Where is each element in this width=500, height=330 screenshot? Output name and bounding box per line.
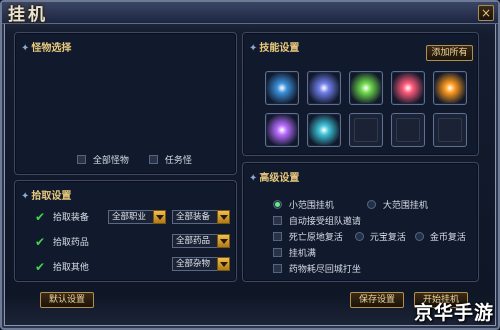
large-range-option[interactable]: 大范围挂机 — [367, 198, 428, 211]
equipment-filter-dropdown[interactable]: 全部装备 — [172, 210, 230, 224]
gold-revive-label: 金币复活 — [429, 233, 466, 243]
quest-monster-option[interactable]: 任务怪 — [149, 153, 192, 166]
auto-battle-window: 挂机 × ✦ 怪物选择 全部怪物 任务怪 ✦ 拾取设置 ✔ 拾取装备 全部职业 全部… — [0, 0, 500, 330]
revive-in-place-label: 死亡原地复活 — [288, 233, 343, 243]
all-monsters-option[interactable]: 全部怪物 — [77, 153, 129, 166]
quest-monster-checkbox[interactable] — [149, 155, 158, 164]
misc-filter-dropdown[interactable]: 全部杂物 — [172, 257, 230, 271]
checkmark-icon[interactable]: ✔ — [35, 236, 47, 248]
ornament-icon: ✦ — [21, 43, 30, 54]
title-bar[interactable]: 挂机 × — [2, 2, 498, 25]
default-settings-button[interactable]: 默认设置 — [40, 292, 94, 308]
hp-full-label: 挂机满 — [288, 249, 316, 259]
empty-skill-slot[interactable] — [433, 113, 467, 147]
potion-return-checkbox[interactable] — [273, 264, 282, 273]
advanced-panel-title: ✦ 高级设置 — [249, 173, 300, 184]
pickup-equipment-label: 拾取装备 — [52, 213, 89, 223]
small-range-label: 小范围挂机 — [288, 201, 334, 211]
auto-accept-team-option[interactable]: 自动接受组队邀请 — [273, 214, 361, 227]
advanced-settings-panel: ✦ 高级设置 小范围挂机 大范围挂机 自动接受组队邀请 死亡原地复活 元宝复活 金… — [242, 162, 479, 282]
potion-return-label: 药物耗尽回城打坐 — [288, 265, 361, 275]
small-range-option[interactable]: 小范围挂机 — [273, 198, 334, 211]
blade-slash-skill-icon[interactable] — [307, 71, 341, 105]
window-title: 挂机 — [8, 5, 48, 25]
pickup-other-row[interactable]: ✔ 拾取其他 — [35, 260, 89, 274]
ornament-icon: ✦ — [249, 173, 258, 184]
gold-revive-radio[interactable] — [415, 232, 424, 241]
revive-in-place-option[interactable]: 死亡原地复活 — [273, 230, 343, 243]
revive-in-place-checkbox[interactable] — [273, 232, 282, 241]
misc-filter-value: 全部杂物 — [176, 259, 211, 269]
class-filter-dropdown[interactable]: 全部职业 — [108, 210, 166, 224]
pickup-settings-panel: ✦ 拾取设置 ✔ 拾取装备 全部职业 全部装备 ✔ 拾取药品 全部药品 ✔ 拾取其… — [14, 180, 237, 282]
ingot-revive-label: 元宝复活 — [369, 233, 406, 243]
dropdown-arrow-icon[interactable] — [217, 210, 230, 224]
checkmark-icon[interactable]: ✔ — [35, 261, 47, 273]
fire-claw-skill-icon[interactable] — [433, 71, 467, 105]
pickup-other-label: 拾取其他 — [52, 263, 89, 273]
monster-panel-title: ✦ 怪物选择 — [21, 43, 72, 54]
auto-accept-team-label: 自动接受组队邀请 — [288, 217, 361, 227]
hp-full-option[interactable]: 挂机满 — [273, 246, 316, 259]
add-all-skills-button[interactable]: 添加所有 — [426, 45, 473, 61]
skill-panel-title: ✦ 技能设置 — [249, 43, 300, 54]
hp-full-checkbox[interactable] — [273, 248, 282, 257]
all-monsters-label: 全部怪物 — [92, 156, 129, 166]
auto-accept-team-checkbox[interactable] — [273, 216, 282, 225]
ingot-revive-option[interactable]: 元宝复活 — [355, 230, 406, 243]
teal-wings-skill-icon[interactable] — [307, 113, 341, 147]
skill-settings-panel: ✦ 技能设置 添加所有 — [242, 32, 479, 156]
dropdown-arrow-icon[interactable] — [217, 257, 230, 271]
ingot-revive-radio[interactable] — [355, 232, 364, 241]
large-range-radio[interactable] — [367, 200, 376, 209]
dropdown-arrow-icon[interactable] — [217, 234, 230, 248]
checkmark-icon[interactable]: ✔ — [35, 211, 47, 223]
equipment-filter-value: 全部装备 — [176, 212, 211, 222]
gold-revive-option[interactable]: 金币复活 — [415, 230, 466, 243]
site-watermark: 京华手游 — [413, 302, 494, 324]
pickup-potion-label: 拾取药品 — [52, 238, 89, 248]
monster-selection-panel: ✦ 怪物选择 全部怪物 任务怪 — [14, 32, 237, 175]
ornament-icon: ✦ — [249, 43, 258, 54]
large-range-label: 大范围挂机 — [382, 201, 428, 211]
potion-filter-dropdown[interactable]: 全部药品 — [172, 234, 230, 248]
class-filter-value: 全部职业 — [112, 212, 147, 222]
close-button[interactable]: × — [478, 5, 494, 21]
green-burst-skill-icon[interactable] — [349, 71, 383, 105]
empty-skill-slot[interactable] — [349, 113, 383, 147]
pickup-potion-row[interactable]: ✔ 拾取药品 — [35, 235, 89, 249]
potion-filter-value: 全部药品 — [176, 236, 211, 246]
all-monsters-checkbox[interactable] — [77, 155, 86, 164]
quest-monster-label: 任务怪 — [164, 156, 192, 166]
pickup-equipment-row[interactable]: ✔ 拾取装备 — [35, 210, 89, 224]
small-range-radio[interactable] — [273, 200, 282, 209]
blue-ring-skill-icon[interactable] — [265, 71, 299, 105]
save-settings-button[interactable]: 保存设置 — [350, 292, 404, 308]
potion-return-option[interactable]: 药物耗尽回城打坐 — [273, 262, 361, 275]
empty-skill-slot[interactable] — [391, 113, 425, 147]
pickup-panel-title: ✦ 拾取设置 — [21, 191, 72, 202]
dropdown-arrow-icon[interactable] — [153, 210, 166, 224]
ornament-icon: ✦ — [21, 191, 30, 202]
purple-figure-skill-icon[interactable] — [265, 113, 299, 147]
pink-slash-skill-icon[interactable] — [391, 71, 425, 105]
